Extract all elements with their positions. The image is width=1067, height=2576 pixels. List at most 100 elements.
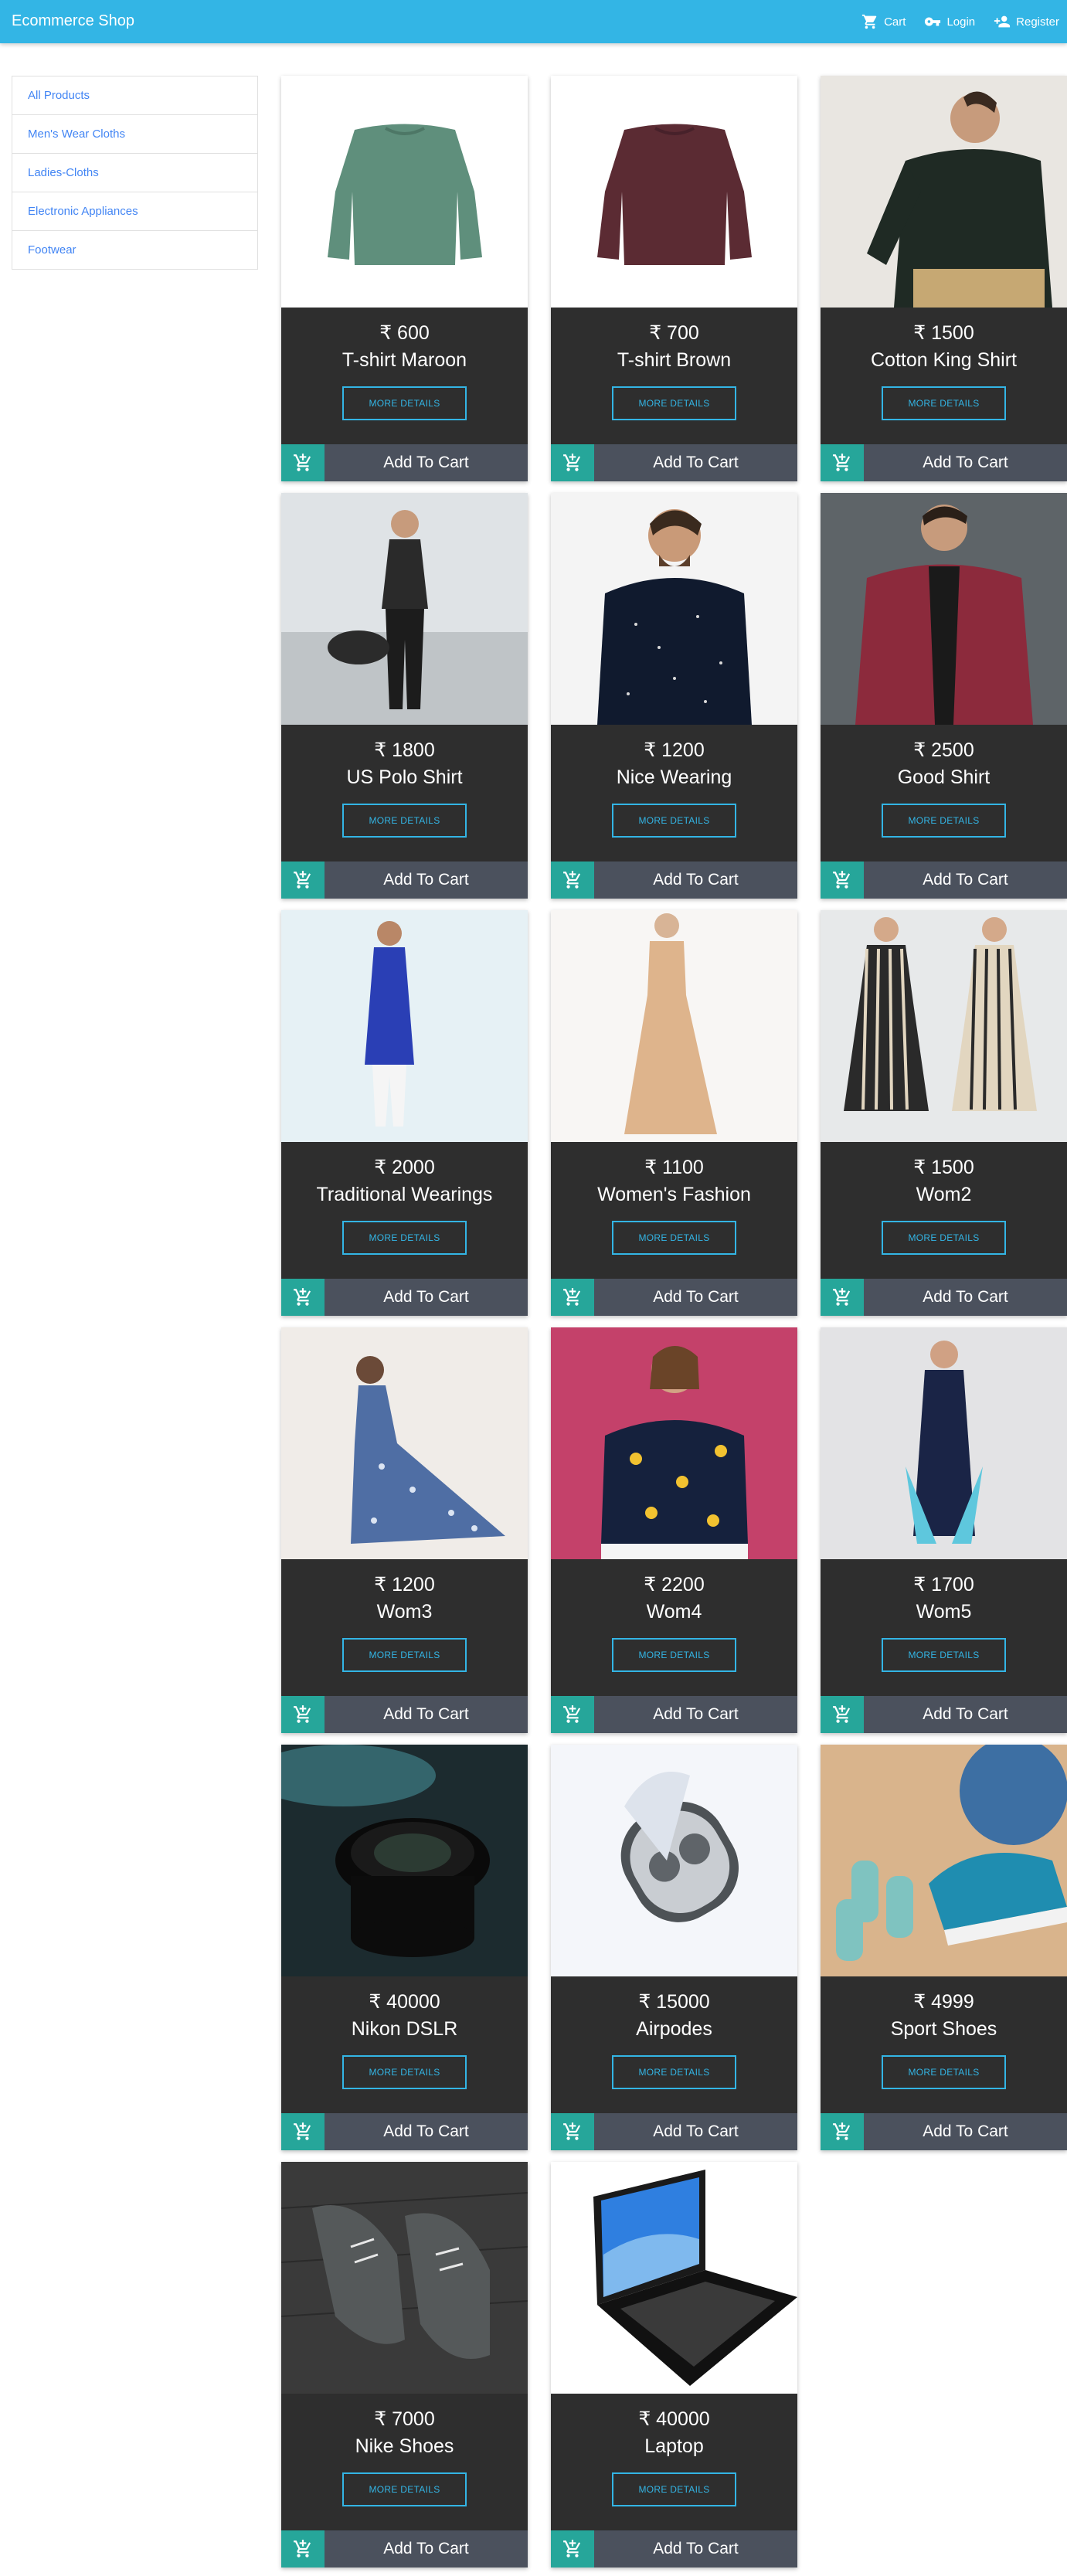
cart-plus-icon[interactable] — [551, 1696, 594, 1733]
product-image[interactable] — [551, 2162, 797, 2394]
add-to-cart-label: Add To Cart — [383, 2122, 469, 2140]
product-image[interactable] — [821, 910, 1067, 1142]
product-title: Wom3 — [376, 1601, 433, 1623]
more-details-button[interactable]: MORE DETAILS — [612, 2055, 736, 2089]
product-price: ₹ 1800 — [374, 739, 435, 761]
more-details-button[interactable]: MORE DETAILS — [342, 386, 467, 420]
cart-plus-icon[interactable] — [551, 2113, 594, 2150]
product-image[interactable] — [281, 910, 528, 1142]
more-details-button[interactable]: MORE DETAILS — [882, 1221, 1006, 1255]
product-image[interactable] — [821, 1327, 1067, 1559]
add-to-cart-button[interactable]: Add To Cart — [551, 861, 797, 899]
add-to-cart-label: Add To Cart — [653, 454, 739, 471]
product-card: ₹ 1100 Women's Fashion MORE DETAILS Add To … — [551, 910, 797, 1316]
brand-title[interactable]: Ecommerce Shop — [12, 12, 134, 30]
add-to-cart-button[interactable]: Add To Cart — [821, 1696, 1067, 1733]
nav-register-label: Register — [1016, 15, 1059, 29]
product-card: ₹ 700 T-shirt Brown MORE DETAILS Add To Car… — [551, 76, 797, 481]
cart-plus-icon[interactable] — [821, 1696, 864, 1733]
more-details-button[interactable]: MORE DETAILS — [612, 1221, 736, 1255]
add-to-cart-button[interactable]: Add To Cart — [551, 2530, 797, 2568]
add-to-cart-button[interactable]: Add To Cart — [551, 2113, 797, 2150]
cart-plus-icon[interactable] — [821, 2113, 864, 2150]
cart-plus-icon[interactable] — [551, 444, 594, 481]
nav-register-link[interactable]: Register — [994, 13, 1059, 30]
add-to-cart-button[interactable]: Add To Cart — [281, 2113, 528, 2150]
add-to-cart-button[interactable]: Add To Cart — [821, 2113, 1067, 2150]
product-image[interactable] — [821, 76, 1067, 308]
more-details-button[interactable]: MORE DETAILS — [612, 1638, 736, 1672]
sidebar-item-footwear[interactable]: Footwear — [12, 231, 257, 270]
cart-plus-icon[interactable] — [281, 444, 325, 481]
add-to-cart-button[interactable]: Add To Cart — [551, 1696, 797, 1733]
add-to-cart-button[interactable]: Add To Cart — [281, 1696, 528, 1733]
product-image[interactable] — [281, 1745, 528, 1976]
more-details-button[interactable]: MORE DETAILS — [882, 1638, 1006, 1672]
product-image[interactable] — [821, 493, 1067, 725]
product-card: ₹ 1200 Nice Wearing MORE DETAILS Add To Car… — [551, 493, 797, 899]
product-card: ₹ 600 T-shirt Maroon MORE DETAILS Add To Ca… — [281, 76, 528, 481]
product-image[interactable] — [821, 1745, 1067, 1976]
add-to-cart-label: Add To Cart — [923, 1288, 1008, 1306]
add-to-cart-button[interactable]: Add To Cart — [281, 2530, 528, 2568]
cart-plus-icon[interactable] — [551, 1279, 594, 1316]
more-details-button[interactable]: MORE DETAILS — [612, 2472, 736, 2506]
cart-plus-icon[interactable] — [281, 1279, 325, 1316]
more-details-button[interactable]: MORE DETAILS — [612, 386, 736, 420]
cart-plus-icon[interactable] — [551, 861, 594, 899]
cart-plus-icon[interactable] — [281, 2113, 325, 2150]
cart-plus-icon[interactable] — [281, 2530, 325, 2568]
cart-plus-icon[interactable] — [821, 861, 864, 899]
nav-links: Cart Login Register — [843, 0, 1059, 43]
product-image[interactable] — [551, 493, 797, 725]
product-image[interactable] — [551, 1745, 797, 1976]
more-details-button[interactable]: MORE DETAILS — [342, 2472, 467, 2506]
add-to-cart-label: Add To Cart — [653, 2540, 739, 2557]
product-price: ₹ 15000 — [638, 1991, 710, 2013]
sidebar-item-electronics[interactable]: Electronic Appliances — [12, 192, 257, 231]
product-image[interactable] — [281, 2162, 528, 2394]
product-card: ₹ 1200 Wom3 MORE DETAILS Add To Cart — [281, 1327, 528, 1733]
nav-cart-link[interactable]: Cart — [861, 13, 906, 30]
product-image[interactable] — [551, 76, 797, 308]
cart-plus-icon[interactable] — [281, 861, 325, 899]
sidebar-item-all-products[interactable]: All Products — [12, 76, 257, 115]
add-to-cart-button[interactable]: Add To Cart — [551, 1279, 797, 1316]
cart-plus-icon[interactable] — [281, 1696, 325, 1733]
add-to-cart-button[interactable]: Add To Cart — [821, 1279, 1067, 1316]
add-to-cart-button[interactable]: Add To Cart — [551, 444, 797, 481]
key-icon — [925, 17, 941, 26]
more-details-button[interactable]: MORE DETAILS — [612, 804, 736, 838]
more-details-button[interactable]: MORE DETAILS — [882, 2055, 1006, 2089]
product-card: ₹ 4999 Sport Shoes MORE DETAILS Add To Cart — [821, 1745, 1067, 2150]
product-title: T-shirt Maroon — [342, 349, 467, 371]
more-details-button[interactable]: MORE DETAILS — [342, 1638, 467, 1672]
add-to-cart-button[interactable]: Add To Cart — [821, 444, 1067, 481]
more-details-button[interactable]: MORE DETAILS — [882, 386, 1006, 420]
add-to-cart-button[interactable]: Add To Cart — [821, 861, 1067, 899]
add-to-cart-label: Add To Cart — [653, 1288, 739, 1306]
product-image[interactable] — [281, 76, 528, 308]
more-details-button[interactable]: MORE DETAILS — [342, 804, 467, 838]
add-to-cart-button[interactable]: Add To Cart — [281, 444, 528, 481]
cart-plus-icon[interactable] — [821, 444, 864, 481]
nav-login-link[interactable]: Login — [924, 13, 975, 30]
cart-plus-icon[interactable] — [551, 2530, 594, 2568]
more-details-button[interactable]: MORE DETAILS — [882, 804, 1006, 838]
product-price: ₹ 700 — [649, 322, 699, 344]
add-to-cart-button[interactable]: Add To Cart — [281, 861, 528, 899]
sidebar-item-ladies-cloths[interactable]: Ladies-Cloths — [12, 154, 257, 192]
user-plus-icon — [994, 15, 1011, 28]
product-image[interactable] — [551, 910, 797, 1142]
product-image[interactable] — [281, 1327, 528, 1559]
add-to-cart-label: Add To Cart — [383, 871, 469, 889]
add-to-cart-label: Add To Cart — [923, 871, 1008, 889]
more-details-button[interactable]: MORE DETAILS — [342, 2055, 467, 2089]
category-sidebar: All Products Men's Wear Cloths Ladies-Cl… — [12, 76, 258, 270]
cart-plus-icon[interactable] — [821, 1279, 864, 1316]
product-image[interactable] — [551, 1327, 797, 1559]
product-image[interactable] — [281, 493, 528, 725]
sidebar-item-mens-wear[interactable]: Men's Wear Cloths — [12, 115, 257, 154]
more-details-button[interactable]: MORE DETAILS — [342, 1221, 467, 1255]
add-to-cart-button[interactable]: Add To Cart — [281, 1279, 528, 1316]
